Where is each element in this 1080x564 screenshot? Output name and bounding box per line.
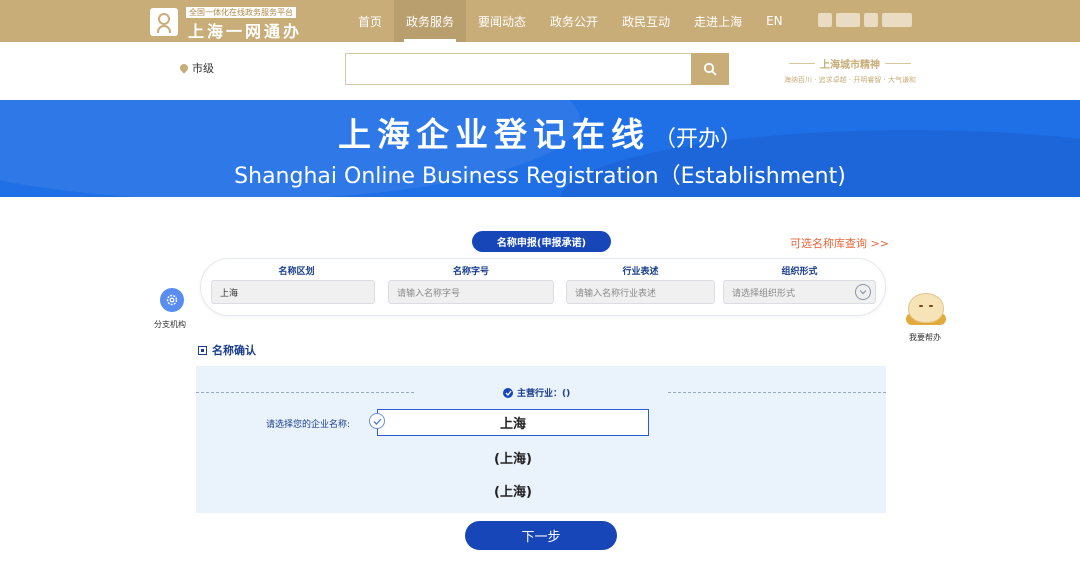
user-name-blurred bbox=[836, 13, 860, 27]
section-marker-icon bbox=[198, 345, 207, 355]
radio-checked-icon[interactable] bbox=[369, 413, 385, 429]
location-selector[interactable]: 市级 bbox=[178, 60, 214, 76]
logo-icon[interactable] bbox=[150, 8, 178, 36]
helper-label: 我要帮办 bbox=[909, 333, 941, 342]
name-option[interactable]: (上海) bbox=[377, 481, 649, 500]
name-confirm-heading: 名称确认 bbox=[198, 342, 256, 358]
slogan-title: 上海城市精神 bbox=[768, 56, 932, 71]
main-industry-label: 主营行业：() bbox=[517, 389, 571, 399]
top-nav-bar: 全国一体化在线政务服务平台 上海一网通办 首页 政务服务 要闻动态 政务公开 政… bbox=[0, 0, 1080, 42]
banner-title-cn: 上海企业登记在线 bbox=[337, 115, 650, 154]
banner-title-suffix: （开办） bbox=[653, 127, 742, 152]
mascot-body-shape bbox=[908, 293, 944, 323]
divider bbox=[668, 392, 886, 393]
main-industry: 主营行业：() bbox=[503, 386, 570, 399]
search-icon bbox=[703, 62, 717, 76]
field-label-region: 名称区划 bbox=[278, 267, 315, 277]
name-library-query-link[interactable]: 可选名称库查询 >> bbox=[790, 235, 889, 251]
name-option-selected[interactable]: 上海 bbox=[377, 409, 649, 436]
name-confirm-panel: 主营行业：() 请选择您的企业名称: 上海 (上海) (上海) bbox=[196, 366, 886, 513]
main-nav: 首页 政务服务 要闻动态 政务公开 政民互动 走进上海 EN bbox=[346, 0, 795, 42]
industry-field[interactable]: 请输入名称行业表述 bbox=[566, 280, 715, 304]
field-label-trade-name: 名称字号 bbox=[452, 267, 489, 277]
search-input[interactable] bbox=[345, 53, 691, 85]
nav-item-about-shanghai[interactable]: 走进上海 bbox=[682, 0, 754, 42]
nav-item-home[interactable]: 首页 bbox=[346, 0, 394, 42]
mascot-eye-shape bbox=[919, 305, 923, 307]
city-slogan: 上海城市精神 海纳百川 · 追求卓越 · 开明睿智 · 大气谦和 bbox=[768, 56, 932, 85]
location-label: 市级 bbox=[192, 62, 214, 75]
org-form-select[interactable]: 请选择组织形式 bbox=[723, 280, 876, 304]
logo-arch-shape bbox=[157, 25, 171, 33]
logo-tagline: 全国一体化在线政务服务平台 bbox=[186, 7, 296, 18]
field-label-org-form: 组织形式 bbox=[781, 267, 818, 277]
banner-title: 上海企业登记在线 （开办） bbox=[0, 108, 1080, 156]
nav-item-news[interactable]: 要闻动态 bbox=[466, 0, 538, 42]
name-application-form: 名称区划 上海 名称字号 请输入名称字号 行业表述 请输入名称行业表述 组织形式… bbox=[200, 258, 886, 316]
nav-item-public-affairs[interactable]: 政务公开 bbox=[538, 0, 610, 42]
location-pin-icon bbox=[178, 62, 190, 74]
choose-name-label: 请选择您的企业名称: bbox=[266, 420, 351, 430]
gear-icon bbox=[166, 294, 178, 306]
slogan-subtitle: 海纳百川 · 追求卓越 · 开明睿智 · 大气谦和 bbox=[783, 76, 917, 84]
avatar bbox=[818, 13, 832, 27]
branch-office-button[interactable] bbox=[160, 288, 184, 312]
next-step-button[interactable]: 下一步 bbox=[465, 521, 617, 550]
region-field[interactable]: 上海 bbox=[211, 280, 375, 304]
nav-item-interaction[interactable]: 政民互动 bbox=[610, 0, 682, 42]
nav-item-government-services[interactable]: 政务服务 bbox=[394, 0, 467, 42]
user-name-blurred bbox=[864, 13, 878, 27]
user-account-area[interactable] bbox=[818, 13, 912, 27]
chevron-down-icon bbox=[855, 284, 871, 300]
tab-name-application[interactable]: 名称申报(申报承诺) bbox=[472, 231, 611, 252]
user-name-blurred bbox=[882, 13, 912, 27]
branch-office-label: 分支机构 bbox=[154, 320, 186, 329]
helper-mascot-icon[interactable] bbox=[906, 289, 946, 329]
hero-banner: 上海企业登记在线 （开办） Shanghai Online Business Re… bbox=[0, 100, 1080, 197]
field-label-industry: 行业表述 bbox=[622, 267, 659, 277]
check-circle-icon bbox=[503, 387, 513, 398]
search-button[interactable] bbox=[691, 53, 729, 85]
logo-ring-shape bbox=[158, 13, 170, 25]
mascot-eye-shape bbox=[929, 305, 933, 307]
banner-title-en: Shanghai Online Business Registration（Es… bbox=[234, 164, 846, 189]
name-confirm-title: 名称确认 bbox=[212, 344, 256, 357]
name-option[interactable]: (上海) bbox=[377, 448, 649, 467]
divider bbox=[196, 392, 414, 393]
nav-item-english[interactable]: EN bbox=[754, 0, 795, 42]
logo-name[interactable]: 上海一网通办 bbox=[188, 18, 302, 42]
org-form-placeholder: 请选择组织形式 bbox=[732, 288, 796, 299]
trade-name-field[interactable]: 请输入名称字号 bbox=[388, 280, 554, 304]
